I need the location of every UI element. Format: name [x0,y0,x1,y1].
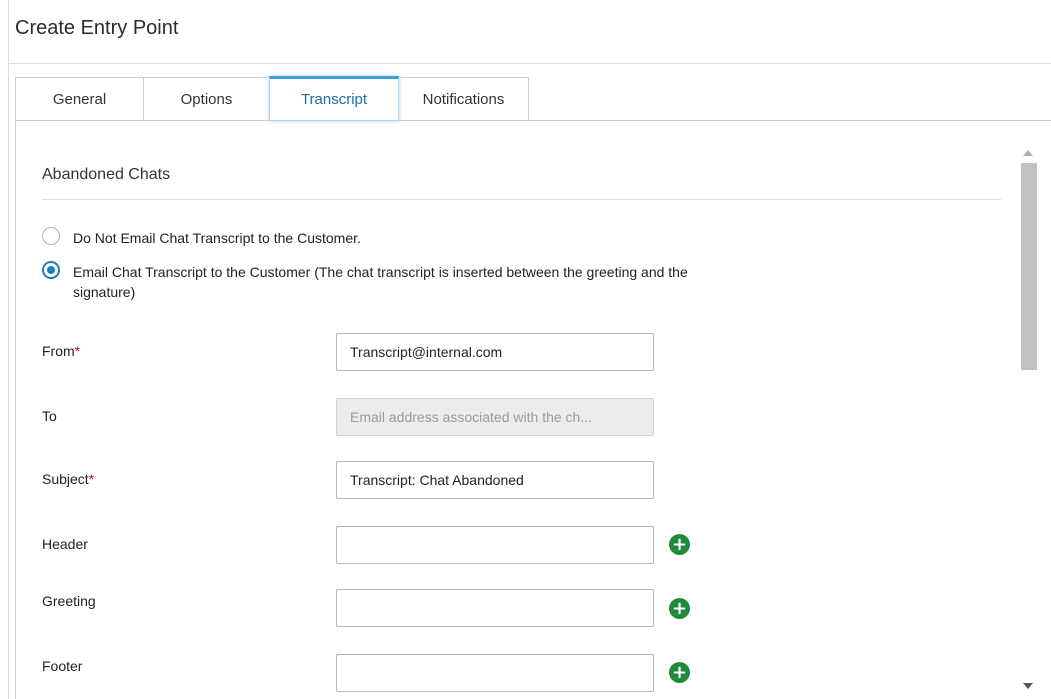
add-greeting-button[interactable]: + [669,598,690,619]
section-title: Abandoned Chats [42,166,171,183]
tab-notifications[interactable]: Notifications [398,77,529,120]
scroll-down-arrow-icon[interactable] [1023,683,1033,689]
from-label: From* [42,343,81,359]
to-label: To [42,408,57,424]
greeting-label: Greeting [42,593,96,609]
scroll-thumb[interactable] [1021,163,1037,370]
footer-label: Footer [42,658,83,674]
subject-label: Subject* [42,471,95,487]
add-footer-button[interactable]: + [669,662,690,683]
add-header-button[interactable]: + [669,534,690,555]
greeting-input[interactable] [336,589,654,627]
radio-do-not-email[interactable]: Do Not Email Chat Transcript to the Cust… [42,227,733,248]
plus-icon: + [671,661,688,683]
from-input[interactable] [336,333,654,371]
window-edge [8,0,9,699]
required-asterisk: * [88,471,95,487]
footer-input[interactable] [336,654,654,692]
scroll-up-arrow-icon[interactable] [1023,150,1033,156]
to-input [336,398,654,436]
tab-transcript[interactable]: Transcript [269,76,399,121]
page-title: Create Entry Point [15,17,179,39]
required-asterisk: * [74,343,81,359]
radio-email-transcript[interactable]: Email Chat Transcript to the Customer (T… [42,261,733,302]
radio-button-unchecked[interactable] [42,227,60,245]
tab-general[interactable]: General [15,77,144,120]
section-divider [42,199,1001,200]
header-input[interactable] [336,526,654,564]
radio-label: Do Not Email Chat Transcript to the Cust… [73,230,361,246]
plus-icon: + [671,597,688,619]
radio-button-checked[interactable] [42,261,60,279]
header-label: Header [42,536,88,552]
plus-icon: + [671,533,688,555]
tab-options[interactable]: Options [143,77,270,120]
header-divider [8,63,1051,64]
subject-input[interactable] [336,461,654,499]
radio-label: Email Chat Transcript to the Customer (T… [73,264,688,300]
vertical-scrollbar[interactable] [1018,140,1040,696]
